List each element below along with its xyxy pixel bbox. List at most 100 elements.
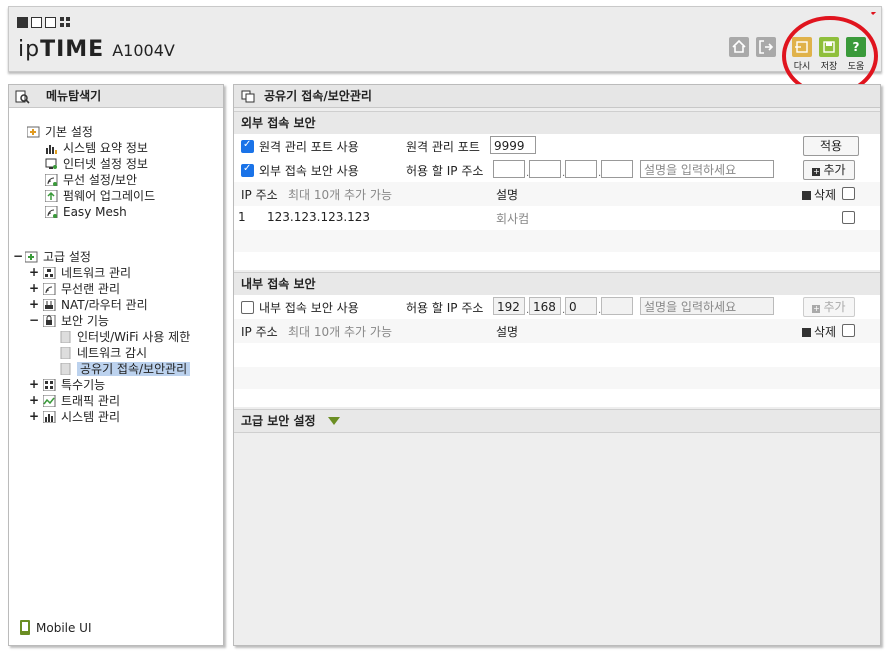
expand-icon[interactable]: +: [29, 393, 39, 407]
external-security-checkbox[interactable]: [241, 163, 254, 177]
mobile-icon: [19, 620, 31, 635]
tree-item-internet-wifi-limit[interactable]: 인터넷/WiFi 사용 제한: [59, 329, 190, 345]
wifi-icon: [44, 173, 58, 187]
chart-icon: [45, 142, 58, 154]
chart-icon: [42, 410, 56, 424]
ip-octet-1-input[interactable]: [493, 160, 525, 178]
ip-octet-3-input[interactable]: [565, 160, 597, 178]
grid-icon: [60, 17, 71, 28]
tree-item-traffic-management[interactable]: 트래픽 관리: [42, 393, 120, 409]
expand-icon[interactable]: +: [29, 297, 39, 311]
wifi-icon: [44, 205, 58, 219]
list-spacer: [234, 389, 880, 407]
tree-item-easy-mesh[interactable]: Easy Mesh: [44, 204, 127, 220]
external-security-label: 외부 접속 보안 사용: [259, 164, 359, 178]
page-icon: [59, 362, 72, 376]
upgrade-icon: [44, 189, 58, 203]
internal-security-heading: 내부 접속 보안: [234, 272, 880, 296]
router-icon: [42, 298, 56, 312]
plus-icon: +: [812, 167, 821, 176]
table-row: 1 123.123.123.123 회사컴: [234, 206, 880, 231]
content-title: 공유기 접속/보안관리: [234, 85, 880, 108]
list-spacer: [234, 367, 880, 389]
collapse-icon[interactable]: −: [13, 249, 23, 263]
tree-item-network-management[interactable]: 네트워크 관리: [42, 265, 131, 281]
list-spacer: [234, 343, 880, 368]
tree-item-firmware-upgrade[interactable]: 펌웨어 업그레이드: [44, 188, 155, 204]
minus-icon: [802, 328, 811, 337]
internal-security-row: 내부 접속 보안 사용 허용 할 IP 주소 192 . 168 . 0 . 설…: [234, 295, 880, 320]
header-bar: ipTIME A1004V 다시 저장 ? 도움: [8, 6, 882, 72]
internal-description-input[interactable]: 설명을 입력하세요: [640, 297, 774, 315]
expand-icon[interactable]: +: [29, 409, 39, 423]
internal-add-button[interactable]: + 추가: [803, 297, 855, 317]
remote-port-label: 원격 관리 포트 사용: [259, 140, 359, 154]
internal-ip-octet-4-input[interactable]: [601, 297, 633, 315]
internal-ip-octet-1-input[interactable]: 192: [493, 297, 525, 315]
select-all-checkbox[interactable]: [842, 187, 855, 200]
tree-item-system-summary[interactable]: 시스템 요약 정보: [45, 140, 148, 156]
wifi-icon: [42, 282, 56, 296]
list-spacer: [234, 252, 880, 270]
internal-delete-all-label: 삭제: [802, 323, 836, 340]
tree-item-special-features[interactable]: 특수기능: [42, 377, 105, 393]
folder-icon: [24, 251, 38, 263]
external-security-heading: 외부 접속 보안: [234, 111, 880, 135]
menu-explorer-panel: 메뉴탐색기 기본 설정 시스템 요약 정보 인터넷 설정 정보 무선 설정/보안…: [8, 84, 224, 646]
tree-item-router-access-security[interactable]: 공유기 접속/보안관리: [59, 361, 191, 377]
ip-octet-4-input[interactable]: [601, 160, 633, 178]
lock-icon: [42, 314, 56, 328]
external-security-row: 외부 접속 보안 사용 허용 할 IP 주소 . . . 설명을 입력하세요 +…: [234, 158, 880, 183]
folder-icon: [26, 126, 40, 138]
logout-icon[interactable]: [756, 37, 776, 57]
expand-icon[interactable]: +: [29, 265, 39, 279]
triangle-down-icon: [327, 417, 340, 425]
allow-ip-label: 허용 할 IP 주소: [406, 164, 484, 178]
apply-button[interactable]: 적용: [803, 136, 859, 156]
mobile-ui-link[interactable]: Mobile UI: [19, 620, 92, 636]
window-copy-icon: [241, 89, 256, 111]
tree-item-internet-info[interactable]: 인터넷 설정 정보: [45, 156, 148, 172]
window-square-icon: [31, 17, 42, 28]
tree-item-system-management[interactable]: 시스템 관리: [42, 409, 120, 425]
expand-icon[interactable]: +: [29, 377, 39, 391]
minus-icon: [802, 191, 811, 200]
tree-item-wireless-lan[interactable]: 무선랜 관리: [42, 281, 120, 297]
internal-select-all-checkbox[interactable]: [842, 324, 855, 337]
internal-security-checkbox[interactable]: [241, 301, 254, 314]
internal-ip-octet-2-input[interactable]: 168: [529, 297, 561, 315]
tree-advanced-settings[interactable]: 고급 설정: [24, 249, 91, 265]
expand-icon[interactable]: +: [29, 281, 39, 295]
external-list-header: IP 주소 최대 10개 추가 가능 설명 삭제: [234, 182, 880, 207]
advanced-security-heading[interactable]: 고급 보안 설정: [234, 409, 880, 433]
add-button[interactable]: + 추가: [803, 160, 855, 180]
window-square-icon: [45, 17, 56, 28]
ip-octet-2-input[interactable]: [529, 160, 561, 178]
tree-item-nat-router[interactable]: NAT/라우터 관리: [42, 297, 148, 313]
delete-all-label: 삭제: [802, 186, 836, 203]
grid-icon: [42, 378, 56, 392]
home-icon[interactable]: [729, 37, 749, 57]
tree-basic-settings[interactable]: 기본 설정: [26, 124, 93, 140]
tree-item-security-features[interactable]: 보안 기능: [42, 313, 109, 329]
brand-logo: ipTIME A1004V: [18, 37, 175, 62]
page-icon: [59, 330, 72, 344]
menu-explorer-title: 메뉴탐색기: [9, 85, 223, 108]
internal-list-header: IP 주소 최대 10개 추가 가능 설명 삭제: [234, 319, 880, 344]
tree-item-network-monitor[interactable]: 네트워크 감시: [59, 345, 147, 361]
magnifier-icon: [15, 89, 30, 111]
tree-item-wireless-security[interactable]: 무선 설정/보안: [44, 172, 137, 188]
remote-port-row: 원격 관리 포트 사용 원격 관리 포트 9999 적용: [234, 134, 880, 159]
traffic-icon: [42, 394, 56, 408]
internal-security-label: 내부 접속 보안 사용: [259, 301, 359, 315]
description-input[interactable]: 설명을 입력하세요: [640, 160, 774, 178]
internal-ip-octet-3-input[interactable]: 0: [565, 297, 597, 315]
collapse-icon[interactable]: −: [29, 313, 39, 327]
remote-port-field-label: 원격 관리 포트: [406, 140, 480, 154]
window-square-icon: [17, 17, 28, 28]
row-delete-checkbox[interactable]: [842, 211, 855, 224]
list-spacer: [234, 230, 880, 252]
remote-port-checkbox[interactable]: [241, 139, 254, 153]
remote-port-input[interactable]: 9999: [490, 136, 536, 154]
page-icon: [59, 346, 72, 360]
